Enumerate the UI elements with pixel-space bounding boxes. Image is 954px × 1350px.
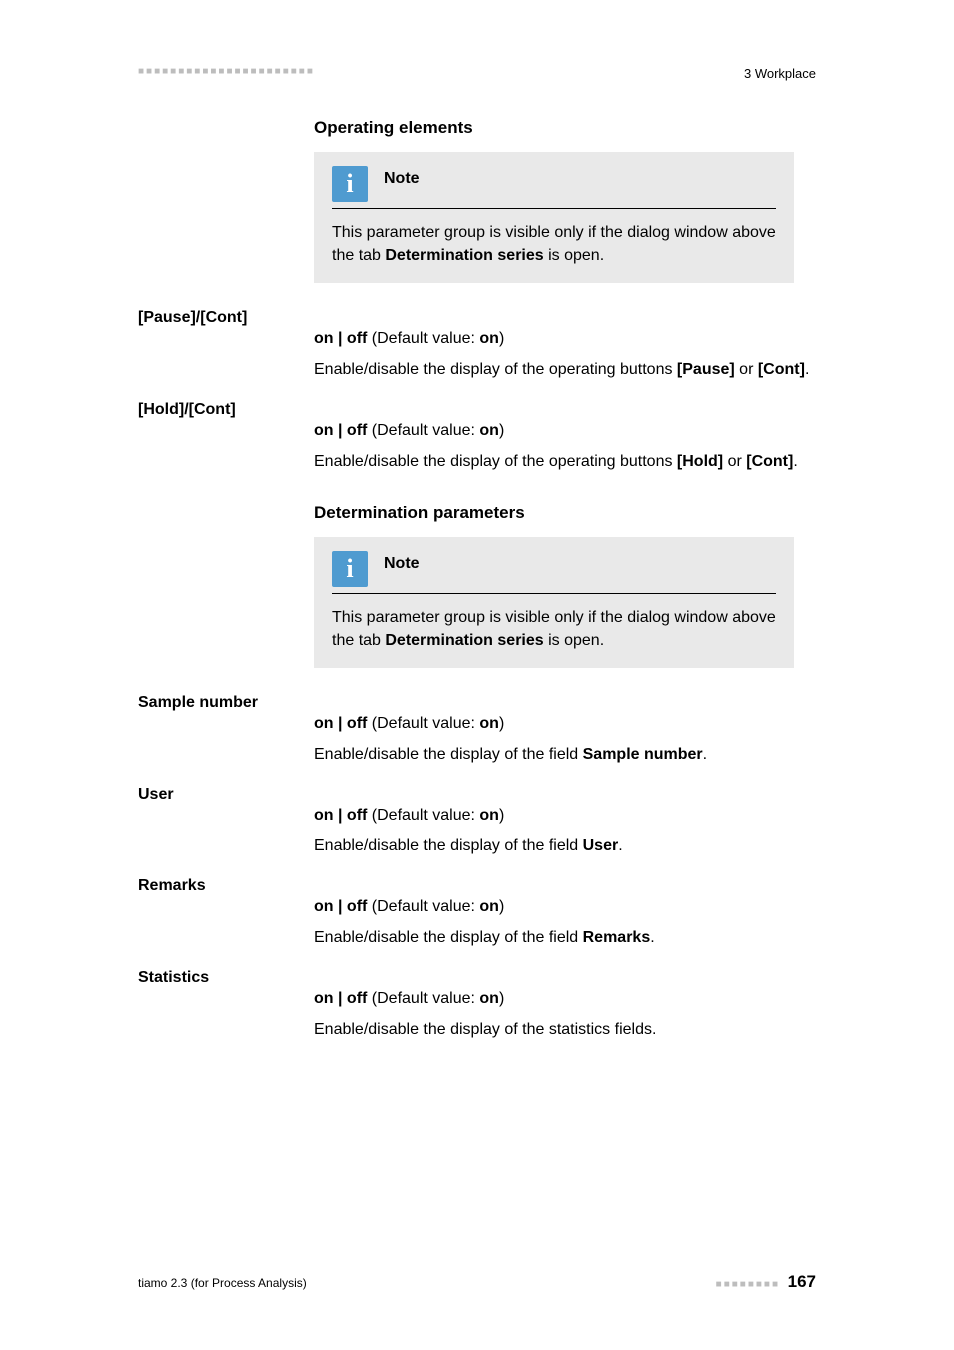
content-area: Operating elements i Note This parameter… <box>0 118 954 1042</box>
value-close: ) <box>499 807 504 824</box>
desc-prefix: Enable/disable the display of the operat… <box>314 453 677 470</box>
header-decoration: ■■■■■■■■■■■■■■■■■■■■■■ <box>138 66 315 77</box>
desc-suffix: . <box>793 453 797 470</box>
param-label: [Hold]/[Cont] <box>138 401 314 475</box>
desc-mid: or <box>723 453 746 470</box>
footer-product: tiamo 2.3 (for Process Analysis) <box>138 1276 307 1290</box>
value-options: on | off <box>314 990 367 1007</box>
note-title: Note <box>384 166 420 188</box>
value-options: on | off <box>314 330 367 347</box>
value-mid: (Default value: <box>367 990 479 1007</box>
note-body: This parameter group is visible only if … <box>332 606 776 652</box>
value-mid: (Default value: <box>367 715 479 732</box>
note-text-bold: Determination series <box>385 632 543 649</box>
value-close: ) <box>499 990 504 1007</box>
desc-suffix: . <box>703 746 707 763</box>
operating-elements-title: Operating elements <box>314 118 816 138</box>
desc-suffix: . <box>618 837 622 854</box>
param-label: User <box>138 786 314 860</box>
desc-prefix: Enable/disable the display of the field <box>314 929 583 946</box>
param-label: Remarks <box>138 877 314 951</box>
value-default: on <box>479 422 499 439</box>
value-default: on <box>479 715 499 732</box>
note-header-row: i Note <box>332 166 776 209</box>
value-close: ) <box>499 330 504 347</box>
value-mid: (Default value: <box>367 898 479 915</box>
value-options: on | off <box>314 422 367 439</box>
param-label: [Pause]/[Cont] <box>138 309 314 383</box>
desc-b1: [Hold] <box>677 453 723 470</box>
value-options: on | off <box>314 898 367 915</box>
param-pause-cont: [Pause]/[Cont] on | off (Default value: … <box>138 309 816 383</box>
param-sample-number: Sample number on | off (Default value: o… <box>138 694 816 768</box>
value-options: on | off <box>314 715 367 732</box>
header-section-label: 3 Workplace <box>744 66 816 81</box>
desc-b1: Sample number <box>583 746 703 763</box>
param-user: User on | off (Default value: on) Enable… <box>138 786 816 860</box>
value-mid: (Default value: <box>367 807 479 824</box>
value-mid: (Default value: <box>367 330 479 347</box>
param-remarks: Remarks on | off (Default value: on) Ena… <box>138 877 816 951</box>
param-hold-cont: [Hold]/[Cont] on | off (Default value: o… <box>138 401 816 475</box>
desc-b2: [Cont] <box>758 361 805 378</box>
info-icon: i <box>332 551 368 587</box>
note-text-bold: Determination series <box>385 247 543 264</box>
page-number: 167 <box>788 1272 816 1291</box>
note-text-suffix: is open. <box>544 632 604 649</box>
value-options: on | off <box>314 807 367 824</box>
operating-elements-note: i Note This parameter group is visible o… <box>314 152 794 283</box>
value-default: on <box>479 898 499 915</box>
desc-full: Enable/disable the display of the statis… <box>314 1021 656 1038</box>
value-default: on <box>479 330 499 347</box>
info-icon: i <box>332 166 368 202</box>
desc-prefix: Enable/disable the display of the field <box>314 746 583 763</box>
page-footer: tiamo 2.3 (for Process Analysis) ■■■■■■■… <box>138 1272 816 1292</box>
param-body: on | off (Default value: on) Enable/disa… <box>314 401 816 475</box>
note-body: This parameter group is visible only if … <box>332 221 776 267</box>
param-body: on | off (Default value: on) Enable/disa… <box>314 786 816 860</box>
desc-prefix: Enable/disable the display of the operat… <box>314 361 677 378</box>
footer-decoration: ■■■■■■■■ <box>716 1279 780 1290</box>
page: ■■■■■■■■■■■■■■■■■■■■■■ 3 Workplace Opera… <box>0 0 954 1350</box>
desc-b1: Remarks <box>583 929 651 946</box>
determination-parameters-title: Determination parameters <box>314 503 816 523</box>
page-header: ■■■■■■■■■■■■■■■■■■■■■■ 3 Workplace <box>0 0 954 76</box>
param-label: Statistics <box>138 969 314 1043</box>
param-body: on | off (Default value: on) Enable/disa… <box>314 694 816 768</box>
desc-b2: [Cont] <box>746 453 793 470</box>
desc-b1: User <box>583 837 619 854</box>
param-body: on | off (Default value: on) Enable/disa… <box>314 969 816 1043</box>
determination-parameters-note: i Note This parameter group is visible o… <box>314 537 794 668</box>
param-label: Sample number <box>138 694 314 768</box>
param-body: on | off (Default value: on) Enable/disa… <box>314 309 816 383</box>
value-close: ) <box>499 898 504 915</box>
note-title: Note <box>384 551 420 573</box>
desc-mid: or <box>735 361 758 378</box>
value-mid: (Default value: <box>367 422 479 439</box>
desc-prefix: Enable/disable the display of the field <box>314 837 583 854</box>
param-statistics: Statistics on | off (Default value: on) … <box>138 969 816 1043</box>
footer-right: ■■■■■■■■ 167 <box>716 1272 816 1292</box>
value-default: on <box>479 990 499 1007</box>
note-text-suffix: is open. <box>544 247 604 264</box>
desc-suffix: . <box>805 361 809 378</box>
value-close: ) <box>499 715 504 732</box>
desc-suffix: . <box>650 929 654 946</box>
param-body: on | off (Default value: on) Enable/disa… <box>314 877 816 951</box>
note-header-row: i Note <box>332 551 776 594</box>
value-default: on <box>479 807 499 824</box>
desc-b1: [Pause] <box>677 361 735 378</box>
value-close: ) <box>499 422 504 439</box>
